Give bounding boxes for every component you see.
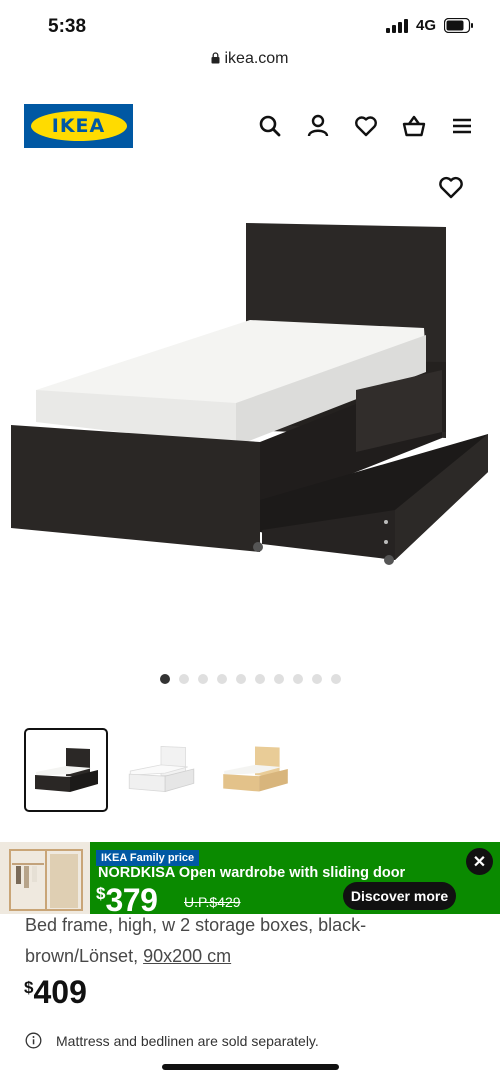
family-price-tag: IKEA Family price bbox=[96, 850, 200, 866]
product-note: Mattress and bedlinen are sold separatel… bbox=[25, 1032, 319, 1049]
gallery-dot[interactable] bbox=[159, 674, 170, 684]
gallery-dot[interactable] bbox=[254, 674, 265, 684]
status-indicators: 4G bbox=[385, 17, 474, 34]
logo-text: IKEA bbox=[51, 115, 106, 137]
close-icon: ✕ bbox=[472, 853, 487, 871]
battery-icon bbox=[444, 18, 473, 33]
size-link[interactable]: 90x200 cm bbox=[143, 946, 231, 966]
info-icon bbox=[25, 1032, 42, 1049]
gallery-dot[interactable] bbox=[292, 674, 303, 684]
gallery-pagination bbox=[0, 674, 500, 684]
price-currency: $ bbox=[24, 978, 34, 997]
product-price: $409 bbox=[24, 974, 87, 1011]
gallery-dot[interactable] bbox=[197, 674, 208, 684]
status-bar: 5:38 4G bbox=[0, 0, 500, 46]
gallery-dot[interactable] bbox=[330, 674, 341, 684]
product-description: Bed frame, high, w 2 storage boxes, blac… bbox=[25, 910, 475, 972]
thumb-image bbox=[35, 748, 98, 792]
status-time: 5:38 bbox=[48, 16, 87, 37]
logo-oval: IKEA bbox=[30, 111, 127, 141]
favourites-icon[interactable] bbox=[353, 113, 379, 139]
gallery-dot[interactable] bbox=[311, 674, 322, 684]
product-image[interactable] bbox=[0, 210, 500, 580]
address-bar[interactable]: ikea.com bbox=[0, 50, 500, 74]
gallery-dot[interactable] bbox=[273, 674, 284, 684]
thumb-image bbox=[223, 746, 288, 792]
note-text: Mattress and bedlinen are sold separatel… bbox=[56, 1032, 319, 1049]
network-label: 4G bbox=[415, 17, 436, 34]
gallery-dot[interactable] bbox=[178, 674, 189, 684]
variant-thumb-white[interactable] bbox=[120, 728, 202, 810]
search-icon[interactable] bbox=[257, 113, 283, 139]
variant-thumbnails bbox=[24, 728, 296, 812]
thumb-image bbox=[128, 746, 195, 793]
close-banner-button[interactable]: ✕ bbox=[466, 848, 493, 875]
ikea-logo[interactable]: IKEA bbox=[24, 104, 133, 148]
scrolled-content-edge bbox=[20, 74, 480, 80]
signal-icon bbox=[385, 18, 408, 33]
menu-icon[interactable] bbox=[449, 113, 475, 139]
promo-title: NORDKISA Open wardrobe with sliding door bbox=[98, 865, 406, 881]
price-value: 409 bbox=[33, 974, 87, 1010]
gallery-dot[interactable] bbox=[235, 674, 246, 684]
lock-icon bbox=[211, 51, 220, 69]
url-text: ikea.com bbox=[224, 50, 289, 67]
add-to-favourites-icon[interactable] bbox=[437, 174, 465, 200]
promo-wardrobe-image bbox=[0, 842, 90, 914]
site-header: IKEA bbox=[0, 98, 500, 154]
gallery-dot[interactable] bbox=[216, 674, 227, 684]
account-icon[interactable] bbox=[305, 113, 331, 139]
discover-more-button[interactable]: Discover more bbox=[343, 882, 456, 910]
variant-thumb-oak[interactable] bbox=[214, 728, 296, 810]
promo-old-price: U.P.$429 bbox=[184, 894, 241, 910]
variant-thumb-black-brown[interactable] bbox=[24, 728, 108, 812]
promo-currency: $ bbox=[96, 884, 106, 903]
cart-icon[interactable] bbox=[401, 113, 427, 139]
home-indicator[interactable] bbox=[162, 1064, 339, 1070]
